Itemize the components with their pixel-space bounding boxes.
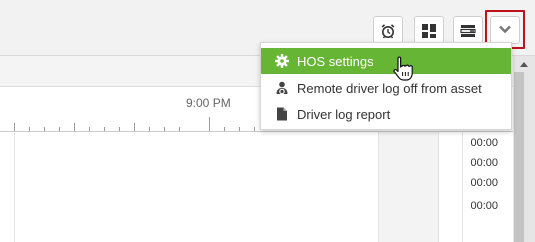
time-cell: 00:00 — [470, 157, 498, 169]
time-cell: 00:00 — [470, 200, 498, 212]
log-grid: 00:00 00:00 00:00 00:00 — [0, 132, 498, 242]
dashboard-grid-icon — [421, 23, 437, 39]
scrollbar-thumb[interactable] — [514, 72, 524, 242]
timeline-time-label: 9:00 PM — [186, 96, 231, 110]
timeline-tick — [29, 127, 30, 131]
scroll-up-button[interactable] — [513, 56, 535, 70]
menu-item-remote-driver-log-off[interactable]: Remote driver log off from asset — [261, 75, 511, 101]
time-cell: 00:00 — [470, 177, 498, 189]
list-settings-icon — [460, 24, 476, 38]
timeline-tick — [59, 127, 60, 131]
timeline-tick — [209, 117, 210, 131]
timeline-tick — [44, 127, 45, 131]
timeline-tick — [14, 123, 15, 131]
menu-item-label: HOS settings — [297, 53, 374, 69]
driver-icon — [274, 81, 290, 95]
hand-pointer-cursor — [392, 56, 414, 87]
grid-column-line — [438, 132, 439, 242]
document-icon — [274, 107, 290, 121]
menu-item-label: Remote driver log off from asset — [297, 80, 482, 96]
alarm-clock-icon — [380, 23, 396, 39]
grid-shade — [378, 132, 438, 242]
time-cell: 00:00 — [470, 137, 498, 149]
timeline-tick — [119, 127, 120, 131]
timeline-tick — [224, 127, 225, 131]
arrow-up-icon — [520, 54, 528, 72]
timeline-tick — [254, 127, 255, 131]
timeline-tick — [179, 127, 180, 131]
chevron-down-icon — [499, 25, 511, 34]
timeline-tick — [164, 127, 165, 131]
dropdown-menu: HOS settings Remote driver log off from … — [260, 42, 512, 130]
timeline-tick — [149, 127, 150, 131]
menu-item-label: Driver log report — [297, 106, 391, 122]
grid-column-line — [14, 132, 15, 242]
timeline-tick — [74, 123, 75, 131]
timeline-tick — [134, 123, 135, 131]
gear-icon — [274, 54, 290, 68]
timeline-tick — [104, 127, 105, 131]
timeline-tick — [89, 127, 90, 131]
expand-menu-button-inner[interactable] — [490, 15, 520, 44]
grid-column-line — [378, 132, 379, 242]
menu-item-hos-settings[interactable]: HOS settings — [261, 48, 511, 74]
timeline-tick — [239, 127, 240, 131]
menu-item-driver-log-report[interactable]: Driver log report — [261, 101, 511, 127]
